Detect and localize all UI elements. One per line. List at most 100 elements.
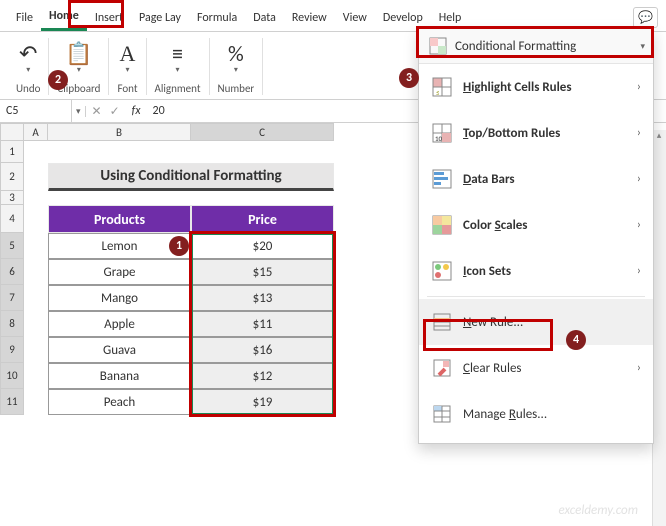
dd-manage-rules[interactable]: Manage Rules...	[419, 391, 653, 437]
row-header[interactable]: 3	[0, 191, 24, 205]
formula-cancel[interactable]: ✕	[92, 104, 102, 119]
header-products[interactable]: Products	[48, 205, 191, 233]
menu-help[interactable]: Help	[431, 6, 470, 30]
cell-price[interactable]: $15	[191, 259, 334, 285]
dd-data-bars[interactable]: Data Bars ›	[419, 156, 653, 202]
cell-product[interactable]: Banana	[48, 363, 191, 389]
scrollbar-vertical[interactable]: ▴	[652, 130, 666, 526]
manage-rules-icon	[431, 403, 453, 425]
cell-product[interactable]: Guava	[48, 337, 191, 363]
row-header[interactable]: 2	[0, 163, 24, 191]
undo-button[interactable]: ↶▾	[17, 41, 39, 77]
svg-text:≤: ≤	[436, 88, 440, 97]
alignment-button[interactable]: ≡▾	[170, 41, 185, 77]
cell-product[interactable]: Mango	[48, 285, 191, 311]
menu-data[interactable]: Data	[245, 6, 284, 30]
row-header[interactable]: 10	[0, 363, 24, 389]
step-badge-3: 3	[399, 68, 419, 88]
top-bottom-icon: 10	[431, 122, 453, 144]
col-header-C[interactable]: C	[191, 123, 334, 141]
row-header[interactable]: 6	[0, 259, 24, 285]
cell-price[interactable]: $20	[191, 233, 334, 259]
name-box-dropdown[interactable]: ▾	[72, 106, 86, 117]
cell-product[interactable]: Apple	[48, 311, 191, 337]
row-header[interactable]: 11	[0, 389, 24, 415]
dd-highlight-cells-rules[interactable]: ≤ Highlight Cells Rules ›	[419, 64, 653, 110]
row-header[interactable]: 9	[0, 337, 24, 363]
alignment-label: Alignment	[155, 82, 201, 95]
ribbon-group-alignment: ≡▾ Alignment	[147, 38, 210, 95]
fx-button[interactable]: fx	[128, 104, 145, 118]
col-header-B[interactable]: B	[48, 123, 191, 141]
step-badge-4: 4	[566, 330, 586, 350]
row-header[interactable]: 8	[0, 311, 24, 337]
header-price[interactable]: Price	[191, 205, 334, 233]
conditional-formatting-dropdown: Conditional Formatting ▾ ≤ Highlight Cel…	[418, 28, 654, 444]
chevron-down-icon: ▾	[640, 41, 645, 52]
menu-view[interactable]: View	[335, 6, 375, 30]
row-header[interactable]: 7	[0, 285, 24, 311]
cell-price[interactable]: $16	[191, 337, 334, 363]
dropdown-header-button[interactable]: Conditional Formatting ▾	[419, 29, 653, 64]
ribbon-group-undo: ↶▾ Undo	[8, 38, 49, 95]
dd-label: Color Scales	[463, 218, 528, 233]
watermark: exceldemy.com	[559, 503, 638, 518]
ribbon-group-font: A▾ Font	[109, 38, 146, 95]
menu-developer[interactable]: Develop	[375, 6, 431, 30]
highlight-cells-icon: ≤	[431, 76, 453, 98]
paste-button[interactable]: 📋▾	[63, 41, 94, 77]
chevron-right-icon: ›	[637, 361, 641, 375]
svg-text:10: 10	[435, 134, 443, 143]
name-box[interactable]: C5	[0, 100, 72, 122]
menu-file[interactable]: File	[8, 6, 41, 30]
cell-price[interactable]: $12	[191, 363, 334, 389]
cell-price[interactable]: $13	[191, 285, 334, 311]
new-rule-icon	[431, 311, 453, 333]
menu-page-layout[interactable]: Page Lay	[131, 6, 189, 30]
chevron-right-icon: ›	[637, 264, 641, 278]
menu-review[interactable]: Review	[284, 6, 335, 30]
comments-button[interactable]: 💬	[633, 7, 658, 28]
dd-icon-sets[interactable]: Icon Sets ›	[419, 248, 653, 294]
number-button[interactable]: %▾	[226, 41, 246, 77]
dd-label: Icon Sets	[463, 264, 511, 279]
chevron-right-icon: ›	[637, 218, 641, 232]
cell-price[interactable]: $19	[191, 389, 334, 415]
cell-price[interactable]: $11	[191, 311, 334, 337]
scroll-up-icon[interactable]: ▴	[652, 130, 666, 144]
step-badge-2: 2	[48, 70, 68, 90]
conditional-formatting-icon	[427, 35, 449, 57]
separator	[427, 296, 645, 297]
row-header[interactable]: 5	[0, 233, 24, 259]
dd-top-bottom-rules[interactable]: 10 Top/Bottom Rules ›	[419, 110, 653, 156]
title-cell[interactable]: Using Conditional Formatting	[48, 163, 334, 191]
select-all-corner[interactable]	[0, 123, 24, 141]
cell-product[interactable]: Grape	[48, 259, 191, 285]
dd-label: Manage Rules...	[463, 407, 547, 422]
dd-label: Clear Rules	[463, 361, 522, 376]
icon-sets-icon	[431, 260, 453, 282]
menu-insert[interactable]: Insert	[87, 6, 131, 30]
dropdown-header-label: Conditional Formatting	[455, 39, 576, 54]
step-badge-1: 1	[169, 236, 189, 256]
menu-home[interactable]: Home	[41, 4, 87, 31]
dd-color-scales[interactable]: Color Scales ›	[419, 202, 653, 248]
color-scales-icon	[431, 214, 453, 236]
ribbon-group-number: %▾ Number	[210, 38, 264, 95]
dd-label: Highlight Cells Rules	[463, 80, 572, 95]
chevron-right-icon: ›	[637, 126, 641, 140]
undo-label: Undo	[16, 82, 40, 95]
dd-new-rule[interactable]: New Rule...	[419, 299, 653, 345]
data-bars-icon	[431, 168, 453, 190]
cell-product[interactable]: Peach	[48, 389, 191, 415]
formula-accept[interactable]: ✓	[110, 104, 120, 119]
clear-rules-icon	[431, 357, 453, 379]
col-header-A[interactable]: A	[24, 123, 48, 141]
font-button[interactable]: A▾	[118, 41, 138, 77]
row-header[interactable]: 1	[0, 141, 24, 163]
dd-clear-rules[interactable]: Clear Rules ›	[419, 345, 653, 391]
chevron-right-icon: ›	[637, 80, 641, 94]
row-header[interactable]: 4	[0, 205, 24, 233]
menu-formulas[interactable]: Formula	[189, 6, 245, 30]
dd-label: New Rule...	[463, 315, 523, 330]
